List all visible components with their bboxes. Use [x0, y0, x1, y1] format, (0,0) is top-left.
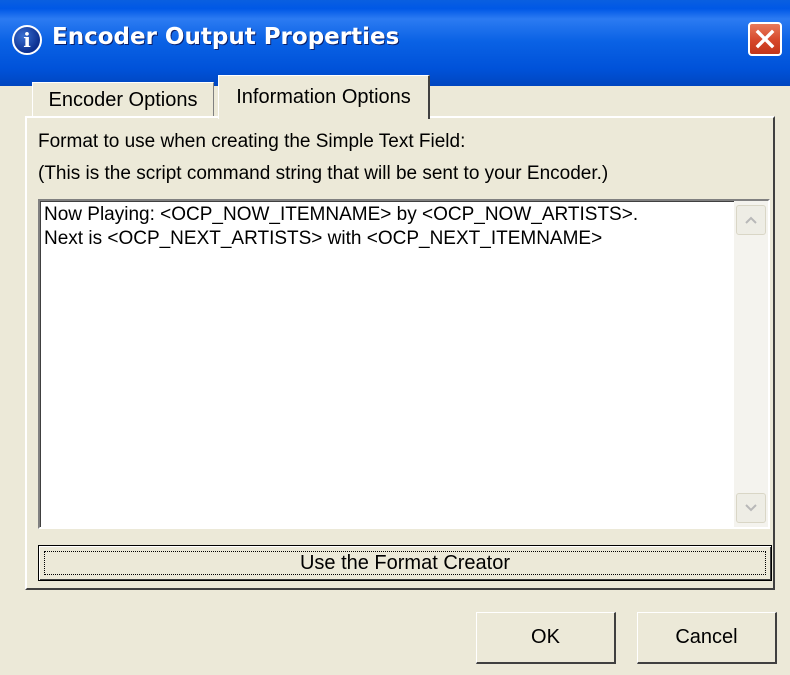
- format-note-label: (This is the script command string that …: [38, 163, 609, 184]
- cancel-button[interactable]: Cancel: [637, 612, 777, 664]
- window-title: Encoder Output Properties: [52, 24, 400, 50]
- close-button[interactable]: [748, 22, 782, 56]
- vertical-scrollbar[interactable]: [734, 201, 768, 527]
- ok-button[interactable]: OK: [476, 612, 616, 664]
- cancel-label: Cancel: [675, 626, 738, 648]
- chevron-up-icon: [745, 216, 757, 224]
- chevron-down-icon: [745, 504, 757, 512]
- tab-information-options[interactable]: Information Options: [218, 75, 430, 119]
- format-creator-button[interactable]: Use the Format Creator: [38, 545, 772, 581]
- scroll-up-button[interactable]: [736, 205, 766, 235]
- close-icon: [755, 29, 775, 49]
- tab-encoder-options-label: Encoder Options: [48, 89, 198, 111]
- tab-encoder-options[interactable]: Encoder Options: [32, 82, 214, 118]
- scroll-down-button[interactable]: [736, 493, 766, 523]
- format-description-label: Format to use when creating the Simple T…: [38, 131, 466, 152]
- format-text-line-1: Now Playing: <OCP_NOW_ITEMNAME> by <OCP_…: [44, 204, 639, 225]
- focus-indicator: [44, 551, 766, 575]
- dialog-window: i Encoder Output Properties Encoder Opti…: [0, 0, 790, 675]
- info-icon: i: [12, 25, 42, 55]
- ok-label: OK: [531, 626, 560, 648]
- title-bar[interactable]: i Encoder Output Properties: [0, 0, 790, 86]
- tab-information-options-label: Information Options: [236, 86, 411, 108]
- format-textarea[interactable]: Now Playing: <OCP_NOW_ITEMNAME> by <OCP_…: [38, 199, 770, 529]
- format-text-line-2: Next is <OCP_NEXT_ARTISTS> with <OCP_NEX…: [44, 228, 603, 249]
